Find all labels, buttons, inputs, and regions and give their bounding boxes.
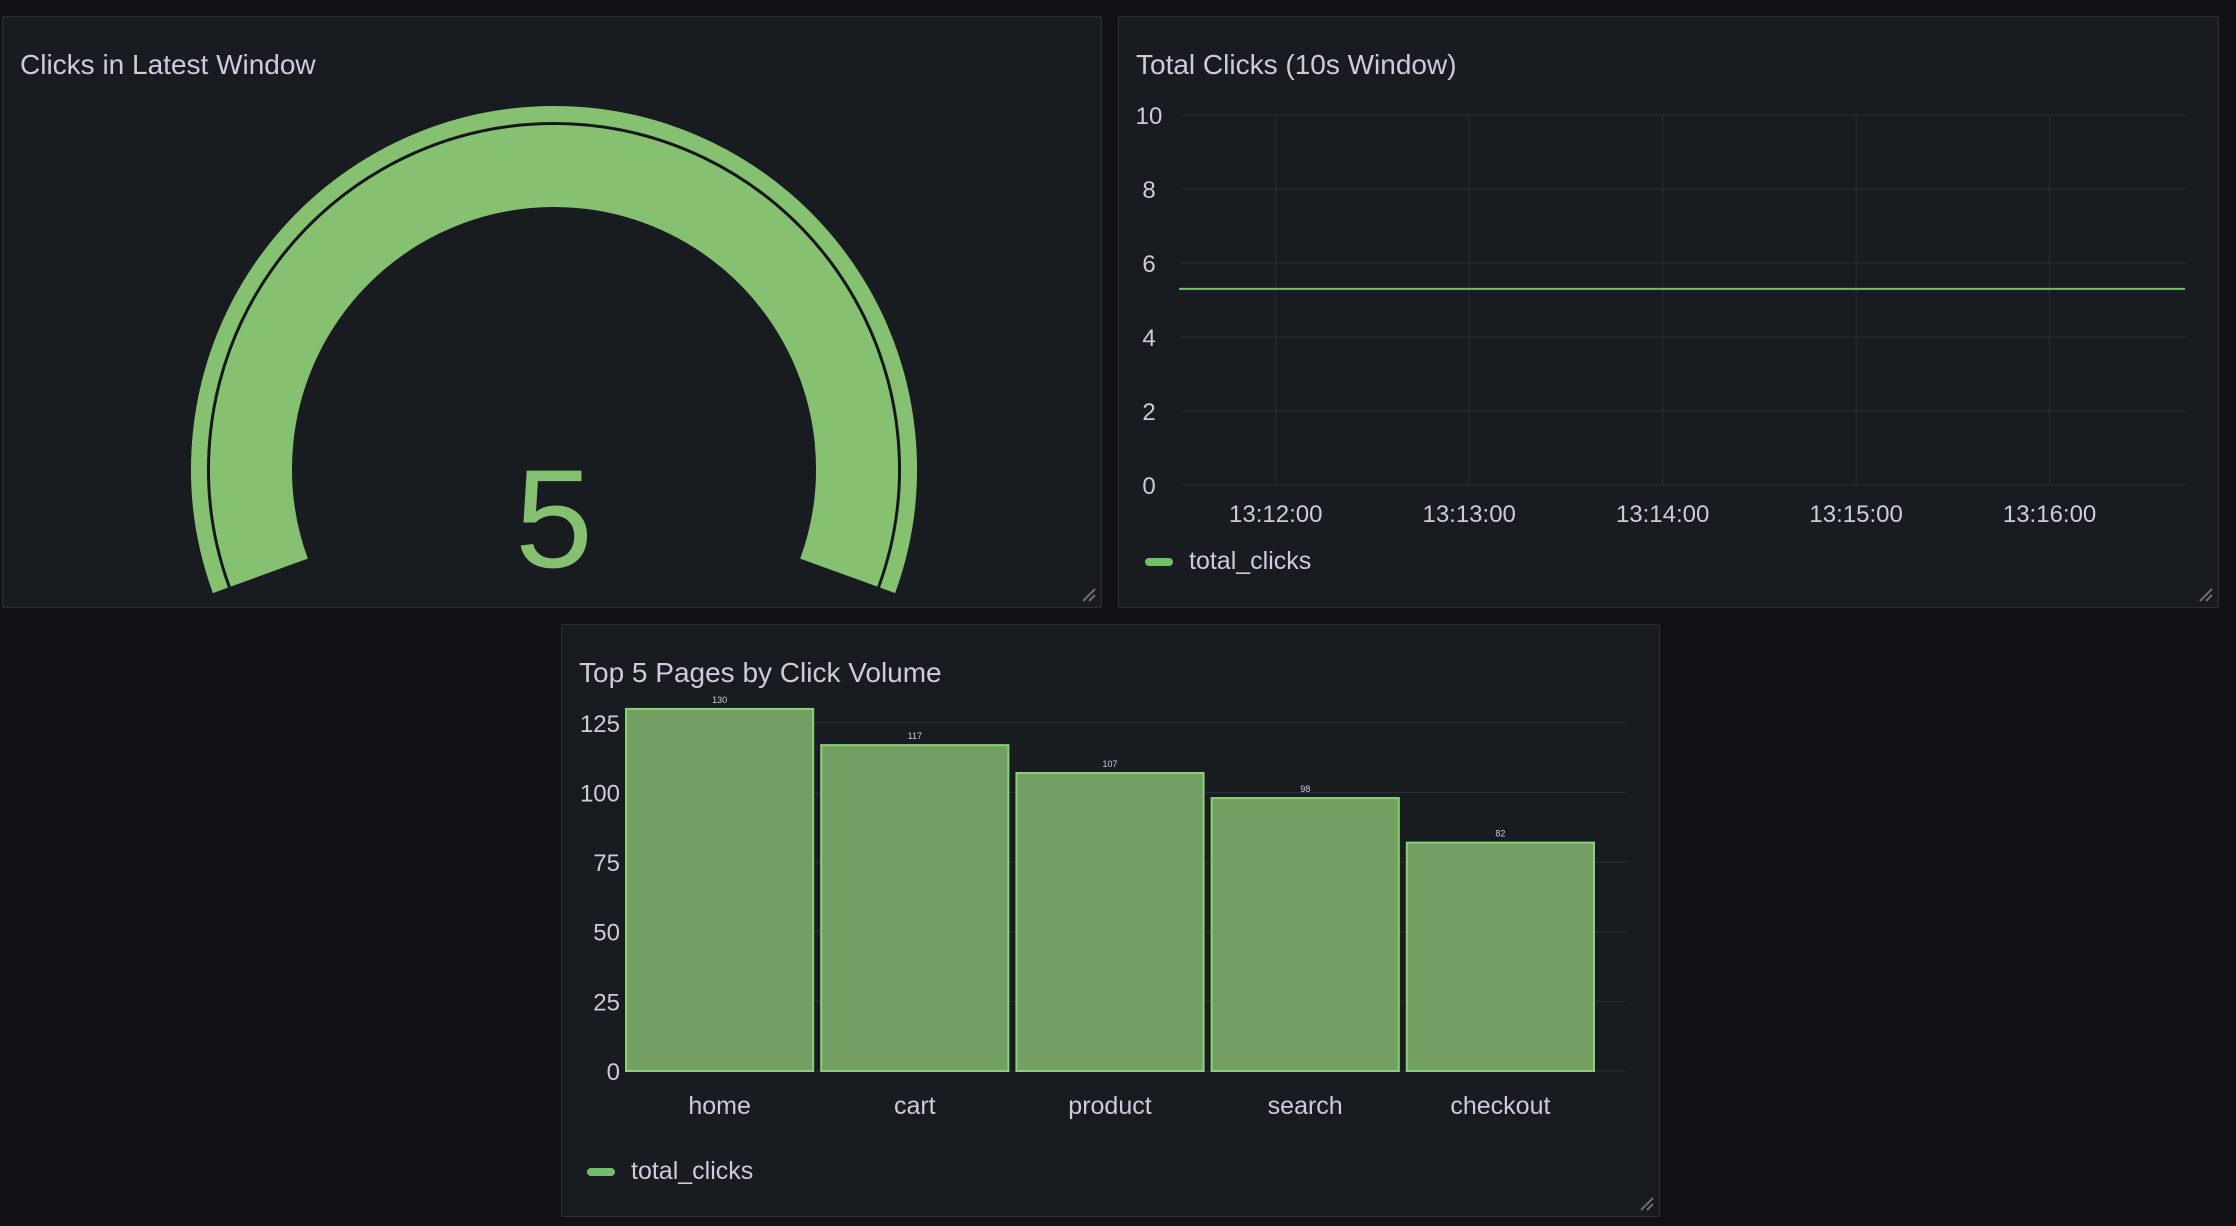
bar-value-label: 130	[712, 695, 727, 705]
legend-label-total-clicks: total_clicks	[1189, 547, 1312, 575]
bar-x-axis: home cart product search checkout	[688, 1092, 1550, 1120]
bar-cart	[820, 744, 1010, 1072]
bar-home	[625, 707, 815, 1072]
resize-handle-icon[interactable]	[1077, 583, 1097, 603]
bar-value-label: 82	[1495, 829, 1505, 839]
gauge-panel: Clicks in Latest Window 5	[2, 16, 1102, 608]
x-tick-label: 13:15:00	[1809, 501, 1902, 528]
legend-swatch-total-clicks	[1145, 557, 1173, 566]
timeseries-y-axis: 0 2 4 6 8 10	[1136, 103, 1163, 500]
x-tick-label: 13:16:00	[2003, 501, 2096, 528]
x-tick-label: 13:12:00	[1229, 501, 1322, 528]
y-tick-label: 50	[593, 920, 620, 947]
bar-search	[1210, 797, 1400, 1072]
bar-chart: 0 25 50 75 100 125 130 117 107 98 82 home cart prod…	[580, 695, 1626, 1120]
y-tick-label: 0	[1142, 473, 1155, 500]
bar-legend[interactable]: total_clicks	[587, 1157, 753, 1186]
gauge-chart: 5	[191, 106, 917, 597]
x-tick-label: home	[688, 1092, 751, 1120]
y-tick-label: 10	[1136, 103, 1163, 130]
y-tick-label: 4	[1142, 325, 1155, 352]
resize-handle-icon[interactable]	[1635, 1192, 1655, 1212]
bar-value-label: 98	[1300, 784, 1310, 794]
x-tick-label: product	[1068, 1092, 1151, 1120]
gauge-value: 5	[515, 440, 593, 597]
y-tick-label: 6	[1142, 251, 1155, 278]
timeseries-legend[interactable]: total_clicks	[1145, 547, 1311, 576]
bar-value-label: 107	[1102, 759, 1117, 769]
y-tick-label: 0	[607, 1059, 620, 1086]
y-tick-label: 25	[593, 989, 620, 1016]
x-tick-label: 13:14:00	[1616, 501, 1709, 528]
bar-y-axis: 0 25 50 75 100 125	[580, 711, 620, 1086]
x-tick-label: 13:13:00	[1422, 501, 1515, 528]
timeseries-chart: 0 2 4 6 8 10 13:12:00 13:13:00 13:14:00 13:15:00…	[1136, 103, 2185, 528]
bar-checkout	[1405, 841, 1595, 1072]
y-tick-label: 125	[580, 711, 620, 738]
x-tick-label: checkout	[1450, 1092, 1550, 1120]
resize-handle-icon[interactable]	[2194, 583, 2214, 603]
timeseries-grid	[1179, 114, 2185, 486]
y-tick-label: 8	[1142, 177, 1155, 204]
bar-value-label: 117	[908, 731, 922, 741]
y-tick-label: 2	[1142, 399, 1155, 426]
y-tick-label: 100	[580, 780, 620, 807]
legend-label-total-clicks: total_clicks	[631, 1157, 754, 1185]
y-tick-label: 75	[593, 850, 620, 877]
timeseries-x-axis: 13:12:00 13:13:00 13:14:00 13:15:00 13:16:00	[1229, 501, 2096, 528]
legend-swatch-total-clicks	[587, 1167, 615, 1176]
bar-panel: Top 5 Pages by Click Volume 0 25 50 75 100 12…	[561, 624, 1660, 1217]
x-tick-label: cart	[894, 1092, 936, 1120]
bar-product	[1015, 771, 1205, 1072]
timeseries-panel: Total Clicks (10s Window) 0 2 4 6 8 10 13:12:…	[1118, 16, 2219, 608]
x-tick-label: search	[1268, 1092, 1343, 1120]
